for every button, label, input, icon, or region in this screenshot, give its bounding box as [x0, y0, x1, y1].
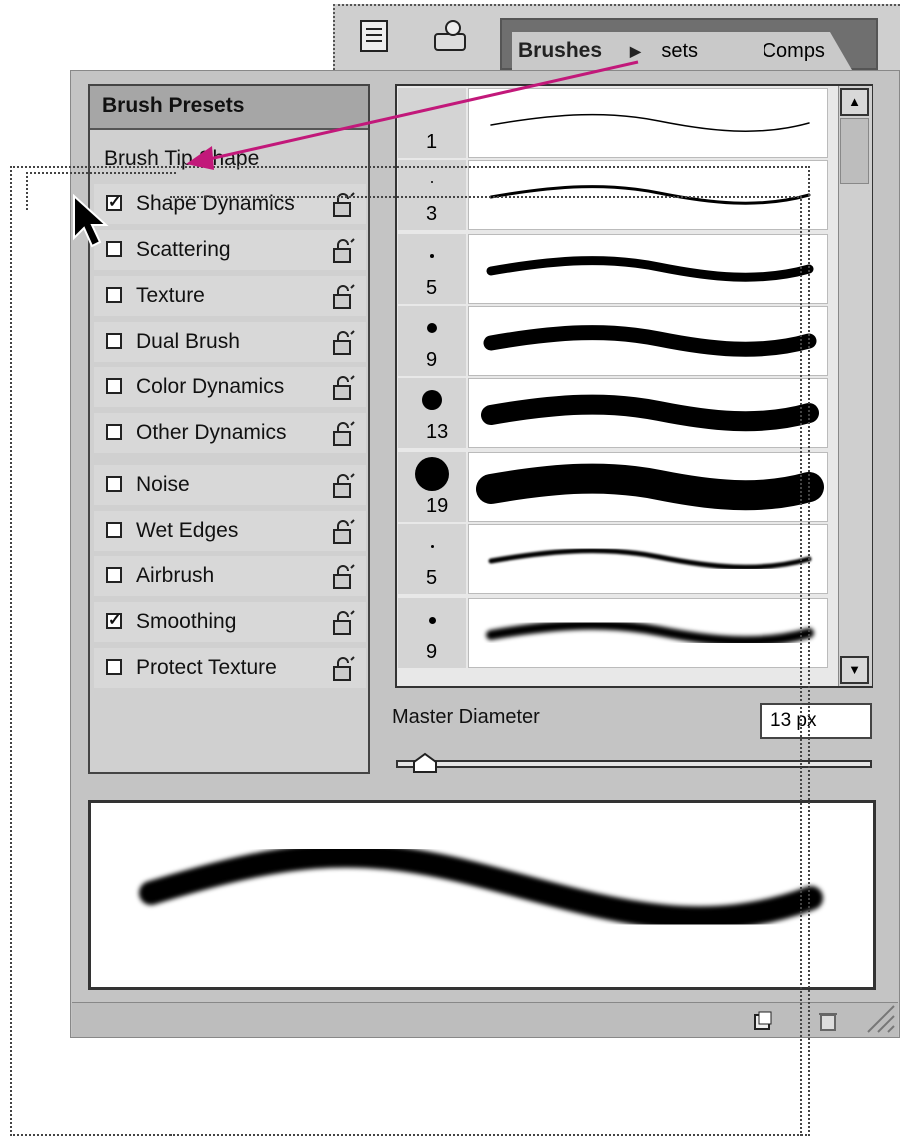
cursor-arrow-icon [72, 193, 112, 255]
drag-arrow [186, 60, 639, 170]
